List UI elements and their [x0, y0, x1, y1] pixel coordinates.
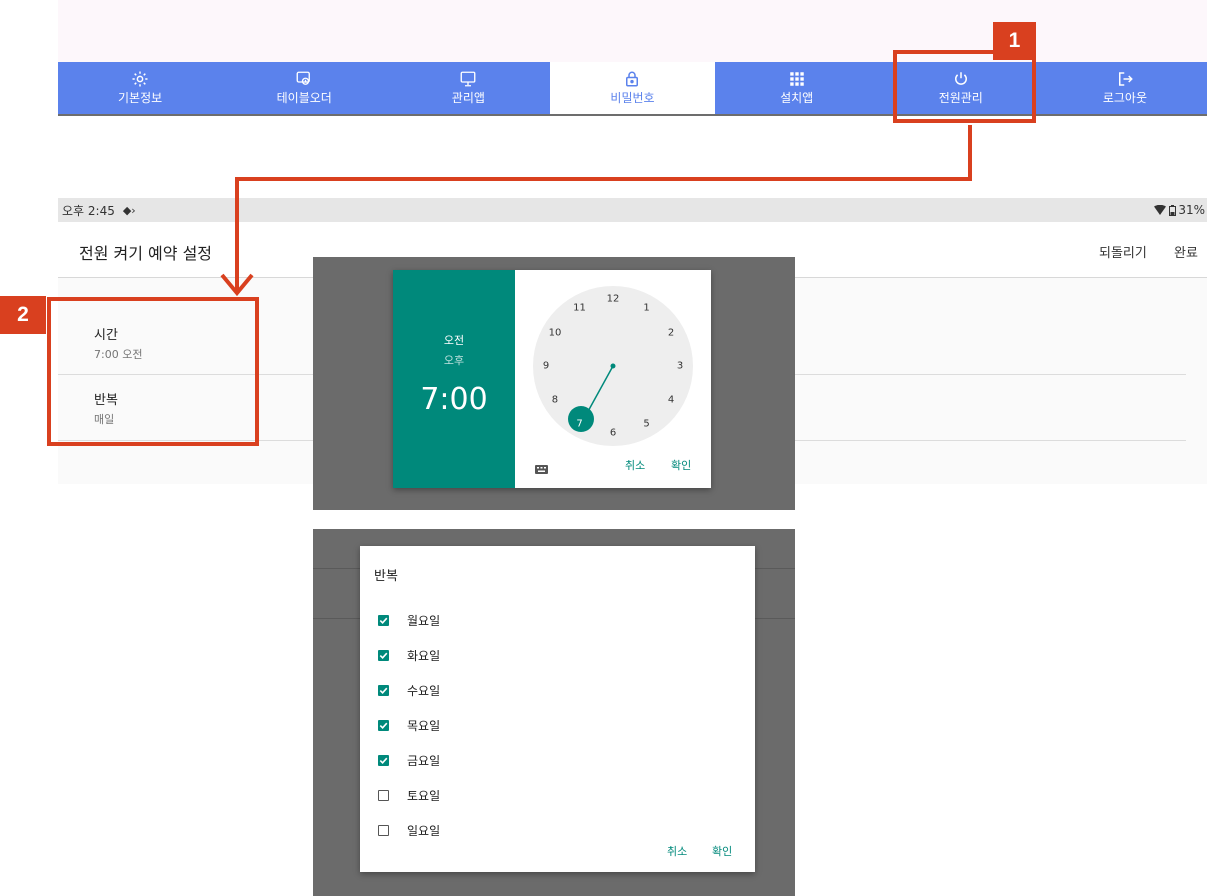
annotation-box-settings	[47, 297, 259, 446]
annotation-box-power	[893, 50, 1036, 123]
annotation-arrow	[220, 125, 972, 297]
annotation-badge-1: 1	[993, 22, 1036, 60]
annotation-badge-2: 2	[0, 296, 46, 334]
